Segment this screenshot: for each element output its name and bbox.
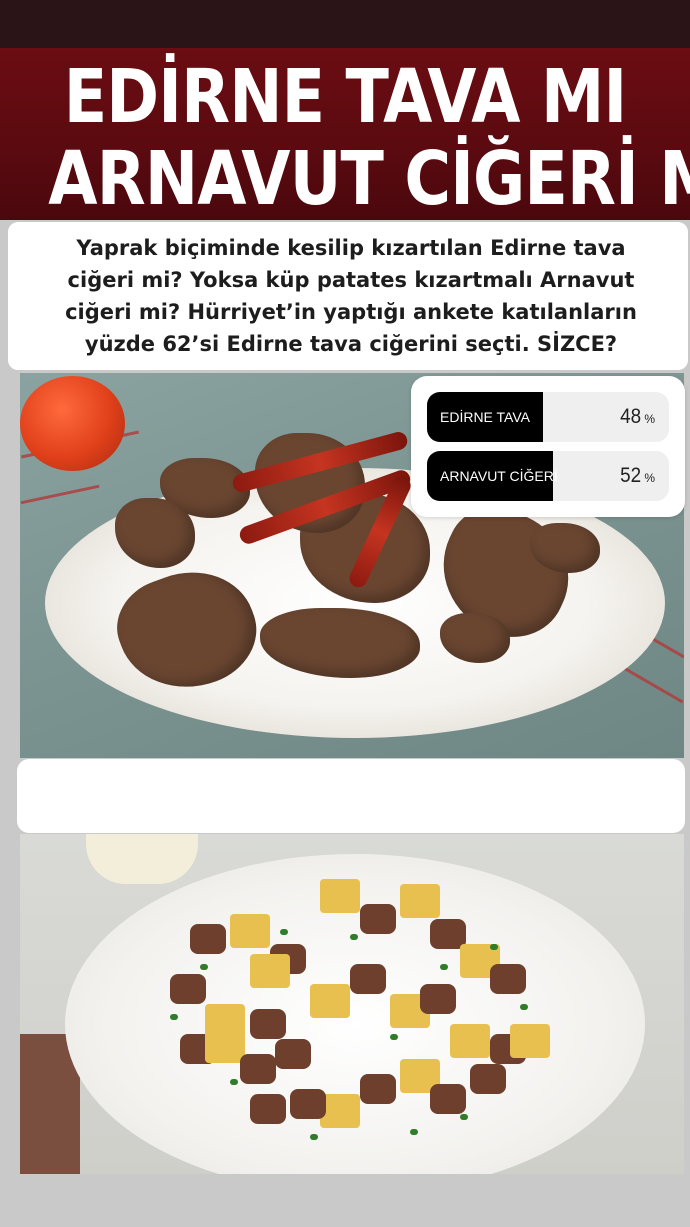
headline-line-1: EDİRNE TAVA MI: [63, 54, 627, 140]
cup-image: [86, 834, 198, 884]
subtitle-line-2: ciğeri mi? Yoksa küp patates kızartmalı …: [67, 268, 635, 292]
subtitle-line-1: Yaprak biçiminde kesilip kızartılan Edir…: [76, 236, 626, 260]
poll-option-label: ARNAVUT CİĞERİ: [440, 468, 558, 484]
subtitle-box: Yaprak biçiminde kesilip kızartılan Edir…: [8, 222, 688, 370]
poll-sticker: EDİRNE TAVA 48% ARNAVUT CİĞERİ 52%: [411, 376, 685, 517]
headline-banner: EDİRNE TAVA MI ARNAVUT CİĞERİ Mİ: [0, 48, 690, 220]
headline-line-2: ARNAVUT CİĞERİ Mİ: [48, 136, 690, 220]
poll-option-edirne-tava[interactable]: EDİRNE TAVA 48%: [427, 392, 669, 442]
blank-text-box: [17, 759, 685, 833]
story-top-bar: [0, 0, 690, 48]
poll-option-percent: 52%: [620, 464, 655, 487]
albanian-liver-photo: [20, 834, 684, 1174]
poll-option-arnavut-cigeri[interactable]: ARNAVUT CİĞERİ 52%: [427, 451, 669, 501]
poll-option-percent: 48%: [620, 405, 655, 428]
poll-option-label: EDİRNE TAVA: [440, 409, 530, 425]
tomato-image: [20, 376, 125, 471]
subtitle-line-3: ciğeri mi? Hürriyet’in yaptığı ankete ka…: [65, 300, 637, 324]
subtitle-line-4: yüzde 62’si Edirne tava ciğerini seçti. …: [84, 332, 618, 356]
